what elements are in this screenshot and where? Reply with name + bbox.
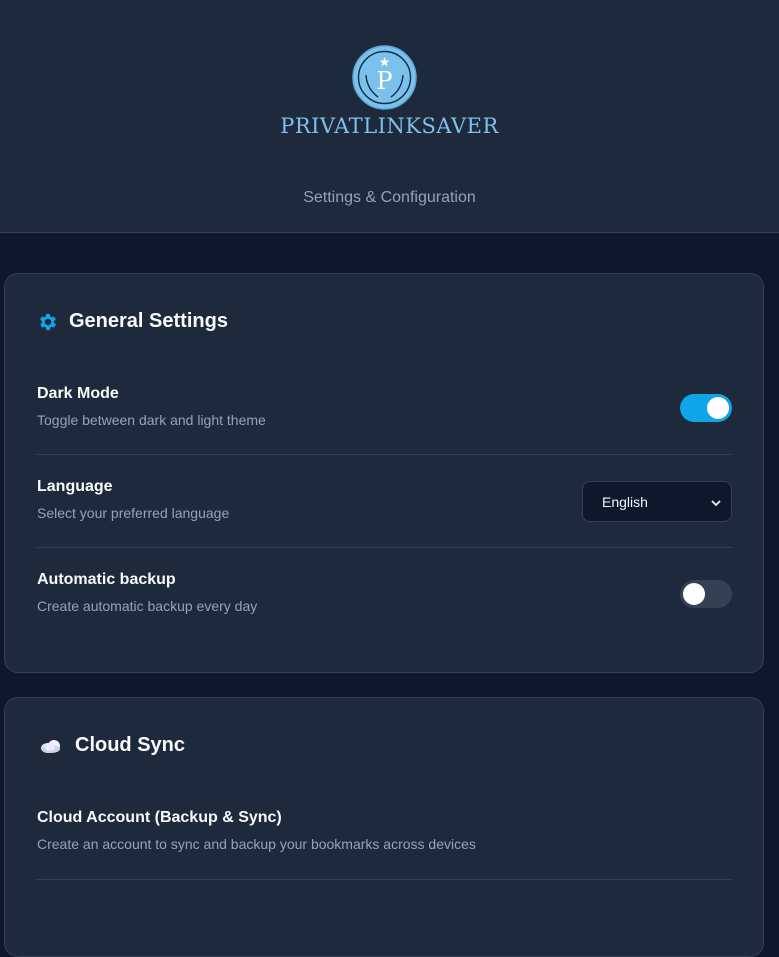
backup-label: Automatic backup [37,571,176,588]
cloud-account-row: Cloud Account (Backup & Sync) Create an … [37,809,732,880]
cloud-account-label: Cloud Account (Backup & Sync) [37,809,282,826]
dark-mode-toggle[interactable] [680,394,732,422]
general-settings-card: General Settings Dark Mode Toggle betwee… [4,273,764,673]
cloud-sync-card: Cloud Sync Cloud Account (Backup & Sync)… [4,697,764,957]
svg-text:P: P [376,67,392,95]
logo-emblem-icon: P [352,45,417,110]
cloud-account-description: Create an account to sync and backup you… [37,836,476,852]
toggle-knob [707,397,729,419]
cloud-sync-heading: Cloud Sync [37,734,185,757]
backup-description: Create automatic backup every day [37,598,258,614]
brand-name: PRIVATLINKSAVER [280,114,499,138]
cloud-icon [37,735,65,757]
chevron-down-icon [711,494,721,510]
toggle-knob [683,583,705,605]
backup-row: Automatic backup Create automatic backup… [37,571,732,641]
general-settings-heading: General Settings [37,310,228,333]
language-row: Language Select your preferred language … [37,478,732,548]
dark-mode-description: Toggle between dark and light theme [37,412,266,428]
dark-mode-row: Dark Mode Toggle between dark and light … [37,385,732,455]
gear-icon [37,311,59,333]
language-selected-value: English [602,493,648,510]
logo: P [352,45,417,110]
page-subtitle: Settings & Configuration [303,189,476,206]
cloud-sync-title: Cloud Sync [75,734,186,756]
dark-mode-label: Dark Mode [37,385,119,402]
general-settings-title: General Settings [69,310,228,332]
backup-toggle[interactable] [680,580,732,608]
language-select[interactable]: English [582,481,732,522]
app-header: P PRIVATLINKSAVER Settings & Configurati… [0,0,779,233]
